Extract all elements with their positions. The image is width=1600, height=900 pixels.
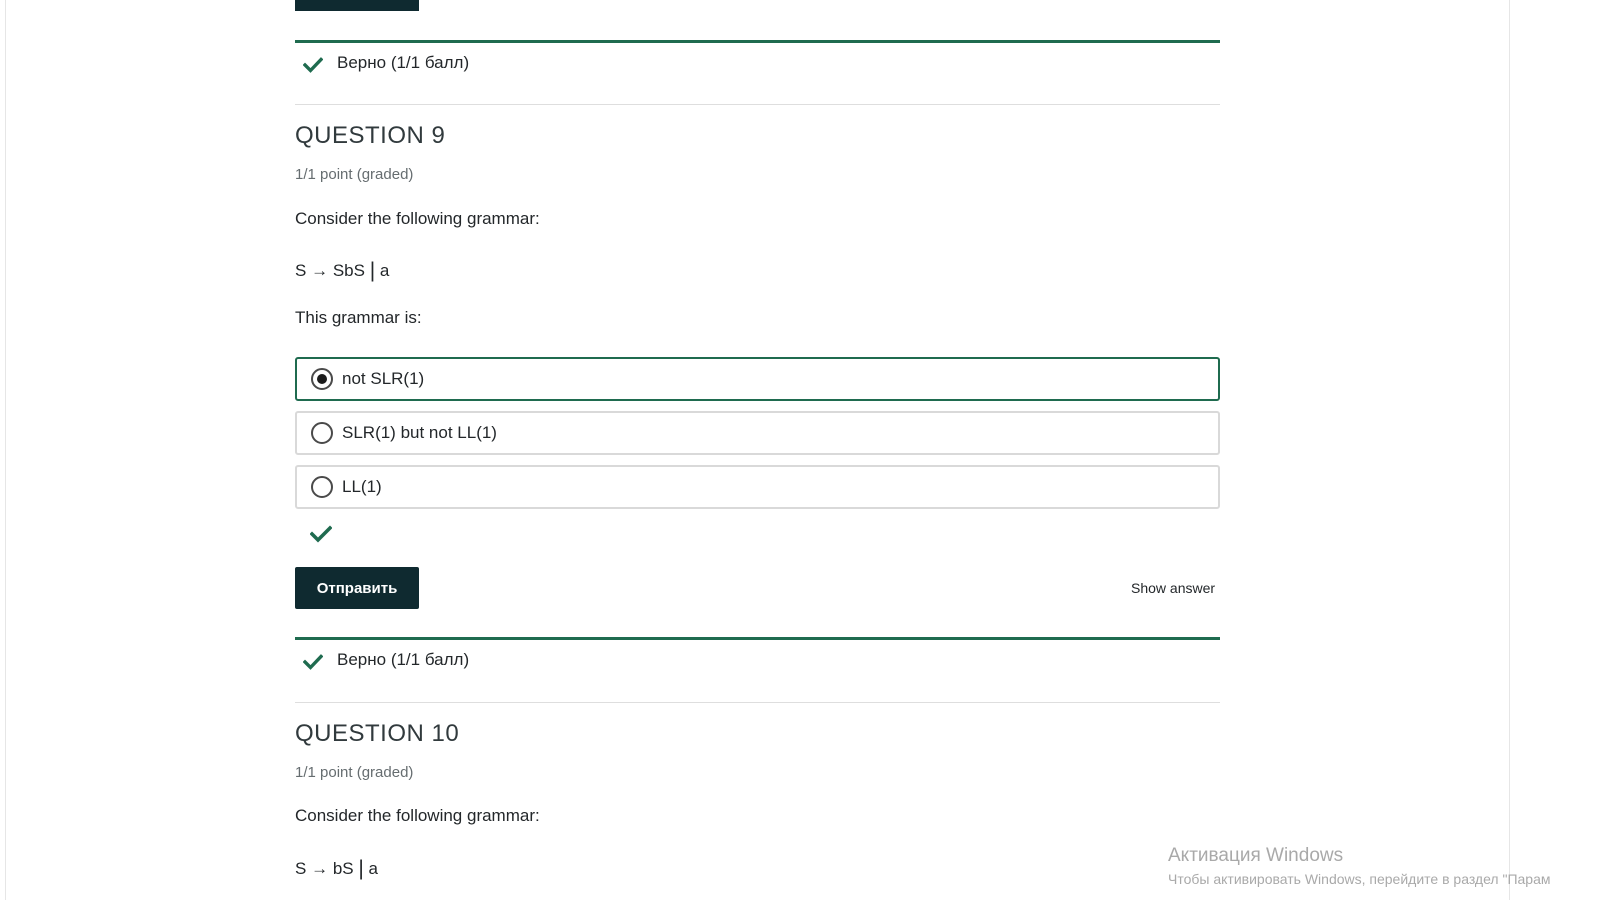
content-border-right [1509,0,1510,900]
status-text: Верно (1/1 балл) [337,650,470,669]
question-prompt: Consider the following grammar: [295,806,540,825]
option-label: not SLR(1) [342,369,425,388]
grammar-bar: | [358,857,364,880]
previous-status-bar: Верно (1/1 балл) [295,40,1220,104]
radio-selected-icon[interactable] [311,368,333,390]
question-title: QUESTION 9 [295,122,446,149]
submit-button[interactable]: Отправить [295,567,419,609]
check-icon [303,57,323,73]
grammar-arrow: → [311,261,329,280]
grammar-arrow: → [311,859,329,878]
grammar-rhs-1: bS [332,859,354,878]
grammar-rhs-2: a [379,261,390,280]
question-points: 1/1 point (graded) [295,764,414,781]
grammar-lhs: S [295,859,307,878]
grammar-rhs-2: a [368,859,379,878]
question-points: 1/1 point (graded) [295,166,414,183]
radio-unselected-icon[interactable] [311,476,333,498]
windows-activation-watermark: Активация Windows Чтобы активировать Win… [1168,845,1551,887]
option-slr1-not-ll1[interactable]: SLR(1) but not LL(1) [295,411,1220,455]
option-ll1[interactable]: LL(1) [295,465,1220,509]
grammar-lhs: S [295,261,307,280]
check-icon [310,525,332,543]
watermark-title: Активация Windows [1168,845,1344,866]
question-sub-prompt: This grammar is: [295,308,422,327]
option-label: SLR(1) but not LL(1) [342,423,497,442]
check-icon [303,654,323,670]
question-status-bar: Верно (1/1 балл) [295,637,1220,701]
grammar-rule: S → bS | a [295,856,378,880]
status-text: Верно (1/1 балл) [337,53,470,72]
grammar-rule: S → SbS | a [295,258,389,282]
radio-unselected-icon[interactable] [311,422,333,444]
grammar-bar: | [369,259,376,282]
watermark-subtitle: Чтобы активировать Windows, перейдите в … [1168,871,1551,887]
option-not-slr1[interactable]: not SLR(1) [295,357,1220,401]
question-title: QUESTION 10 [295,720,460,747]
question-prompt: Consider the following grammar: [295,209,540,228]
section-divider [295,702,1220,703]
page: Верно (1/1 балл) QUESTION 9 1/1 point (g… [0,0,1600,900]
section-divider [295,104,1220,105]
grammar-rhs-1: SbS [332,261,365,280]
option-label: LL(1) [342,477,382,496]
content-border-left [5,0,6,900]
show-answer-link[interactable]: Show answer [1131,580,1215,596]
previous-submit-button[interactable] [295,0,419,11]
